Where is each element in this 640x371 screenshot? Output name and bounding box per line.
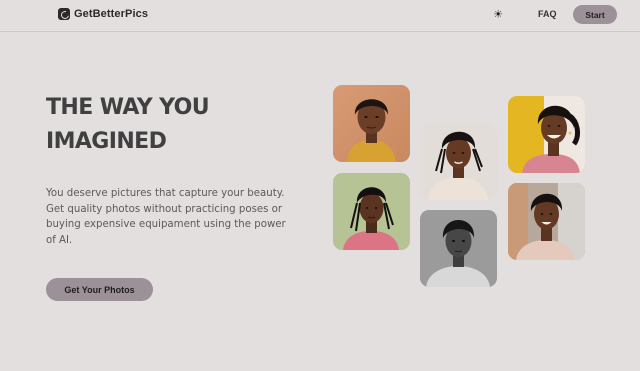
landing-page: GetBetterPics ☀ FAQ Start THE WAY YOU IM… [0,0,640,371]
brand-logo-link[interactable]: GetBetterPics [58,8,148,20]
hero-description: You deserve pictures that capture your b… [46,188,286,246]
portrait-photo-grayscale [420,210,497,287]
hero-title-line-1: THE WAY YOU [46,95,210,120]
hero-title: THE WAY YOU IMAGINED [46,91,286,159]
portrait-photo-green [333,173,410,250]
portrait-photo-cafe [508,183,585,260]
sun-icon[interactable]: ☀ [492,9,504,21]
brand-name: GetBetterPics [74,8,149,20]
portrait-photo-yellow [508,96,585,173]
get-your-photos-button[interactable]: Get Your Photos [46,278,153,301]
logo-icon [58,8,70,20]
site-header: GetBetterPics ☀ FAQ Start [0,0,640,32]
start-button[interactable]: Start [573,5,617,24]
portrait-photo-light [420,123,497,200]
hero-title-line-2: IMAGINED [46,129,167,154]
faq-link[interactable]: FAQ [538,9,557,19]
portrait-photo-orange [333,85,410,162]
